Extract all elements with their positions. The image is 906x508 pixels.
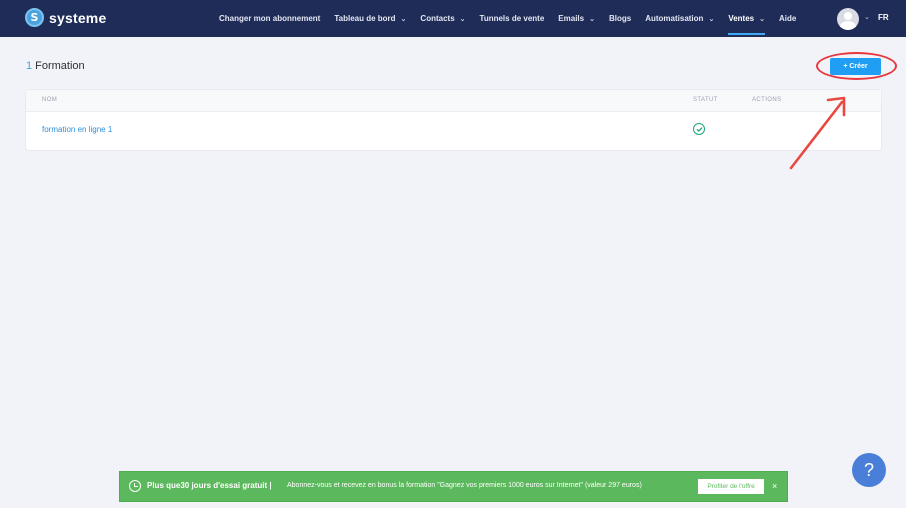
user-avatar[interactable] — [837, 8, 859, 30]
chevron-down-icon: ⌄ — [589, 15, 595, 23]
nav-item-contacts[interactable]: Contacts ⌄ — [420, 0, 465, 37]
column-header-name: NOM — [42, 97, 58, 103]
nav-item-tunnels-de-vente[interactable]: Tunnels de vente — [480, 0, 545, 37]
nav-item-aide[interactable]: Aide — [779, 0, 796, 37]
nav-item-ventes[interactable]: Ventes ⌄ — [728, 0, 765, 37]
banner-title: Plus que30 jours d'essai gratuit | — [147, 481, 272, 490]
nav-item-tableau-de-bord[interactable]: Tableau de bord ⌄ — [334, 0, 406, 37]
brand-name: systeme — [49, 9, 107, 26]
formations-table: NOM STATUT ACTIONS formation en ligne 1 — [26, 90, 881, 150]
clock-icon — [129, 480, 141, 492]
check-circle-icon — [693, 123, 705, 135]
page-title: 1 Formation — [26, 60, 85, 72]
chevron-down-icon: ⌄ — [400, 15, 407, 23]
brand-logo[interactable]: S systeme — [25, 8, 106, 27]
offer-button[interactable]: Profiter de l'offre — [698, 479, 764, 494]
chevron-down-icon[interactable]: ⌄ — [864, 13, 870, 21]
column-header-status: STATUT — [693, 97, 718, 103]
nav-item-automatisation[interactable]: Automatisation ⌄ — [645, 0, 714, 37]
language-selector[interactable]: FR — [878, 13, 889, 22]
banner-text: Abonnez-vous et recevez en bonus la form… — [287, 482, 642, 489]
chevron-down-icon: ⌄ — [459, 15, 466, 23]
nav-item-blogs[interactable]: Blogs — [609, 0, 631, 37]
table-row: formation en ligne 1 — [26, 112, 881, 149]
help-button[interactable]: ? — [852, 453, 886, 487]
nav-item-changer-abonnement[interactable]: Changer mon abonnement — [219, 0, 320, 37]
formation-count: 1 — [26, 60, 33, 72]
table-header: NOM STATUT ACTIONS — [26, 90, 881, 112]
formation-link[interactable]: formation en ligne 1 — [42, 125, 112, 134]
main-nav: Changer mon abonnement Tableau de bord ⌄… — [212, 0, 803, 37]
systeme-logo-icon: S — [25, 8, 44, 27]
close-icon[interactable]: × — [772, 481, 777, 491]
nav-item-emails[interactable]: Emails ⌄ — [558, 0, 595, 37]
trial-banner: Plus que30 jours d'essai gratuit | Abonn… — [119, 471, 788, 502]
page-title-text: Formation — [35, 60, 85, 72]
column-header-actions: ACTIONS — [752, 97, 782, 103]
top-navbar: S systeme Changer mon abonnement Tableau… — [0, 0, 906, 37]
chevron-down-icon: ⌄ — [708, 15, 715, 23]
chevron-down-icon: ⌄ — [759, 15, 765, 23]
create-button[interactable]: + Créer — [830, 58, 881, 75]
